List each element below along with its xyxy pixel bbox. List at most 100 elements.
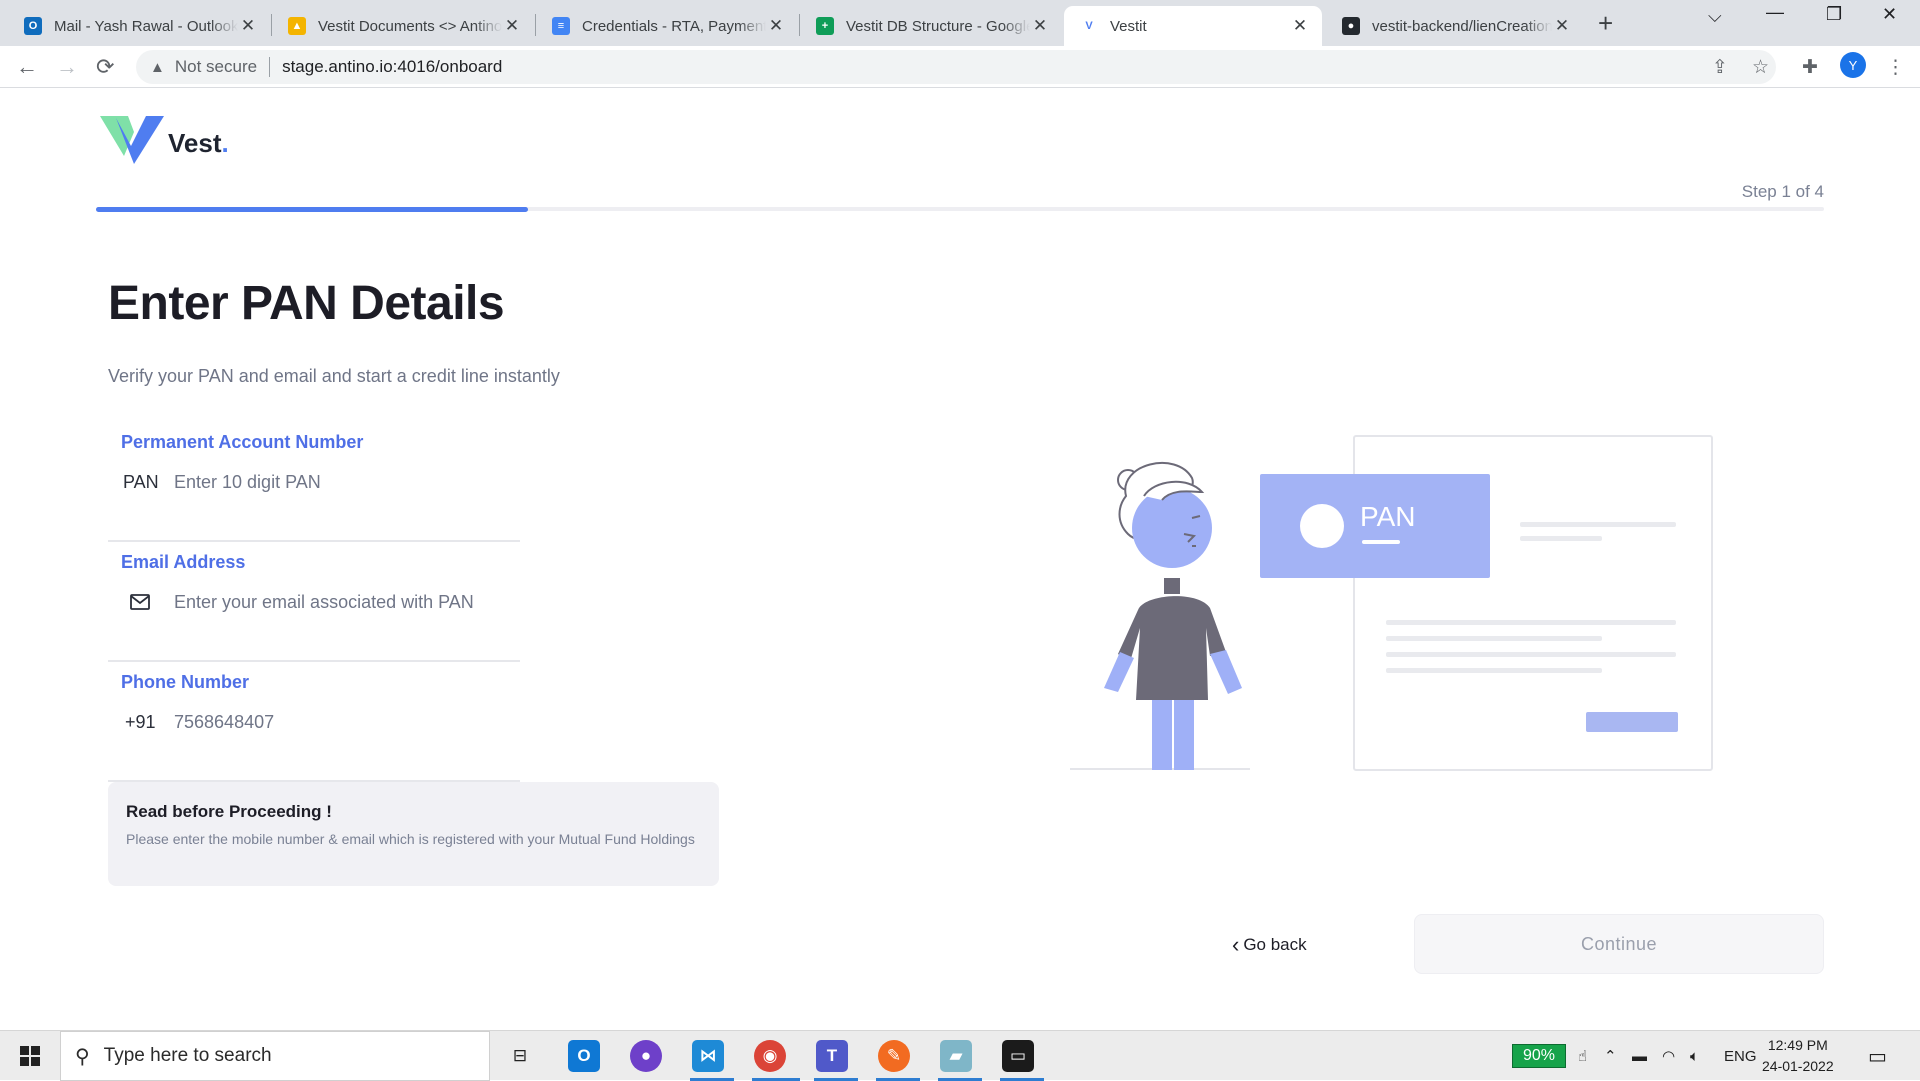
chevron-left-icon: ‹ <box>1232 932 1240 957</box>
chrome-taskbar-icon[interactable]: ◉ <box>754 1040 786 1072</box>
back-arrow-icon[interactable]: ← <box>16 54 38 80</box>
vestit-favicon-icon: V <box>1085 20 1093 32</box>
person-right-leg <box>1174 700 1194 770</box>
browser-menu-icon[interactable]: ⋮ <box>1886 56 1905 79</box>
new-tab-button[interactable]: + <box>1598 8 1613 39</box>
bookmark-star-icon[interactable]: ☆ <box>1752 56 1769 79</box>
notice-box: Read before Proceeding ! Please enter th… <box>108 782 719 886</box>
language-indicator[interactable]: ENG <box>1724 1031 1757 1081</box>
github-desktop-taskbar-icon[interactable]: ● <box>630 1040 662 1072</box>
close-tab-icon[interactable]: ✕ <box>1552 16 1572 36</box>
page-title: Enter PAN Details <box>108 277 505 330</box>
taskbar-search-placeholder: Type here to search <box>103 1045 272 1066</box>
google-docs-icon: ≡ <box>552 17 570 35</box>
document-line <box>1520 522 1676 527</box>
vest-logo-icon <box>100 116 164 164</box>
document-line <box>1520 536 1602 541</box>
clock-date: 24-01-2022 <box>1762 1058 1834 1074</box>
outlook-taskbar-icon[interactable]: O <box>568 1040 600 1072</box>
phone-country-code: +91 <box>125 712 156 732</box>
google-drive-icon: ▲ <box>288 17 306 35</box>
browser-tab[interactable]: O Mail - Yash Rawal - Outlook ✕ <box>8 6 270 46</box>
task-view-icon[interactable]: ⊟ <box>504 1040 536 1072</box>
person-body <box>1118 596 1226 700</box>
browser-tab-title: Vestit Documents <> Antino <box>318 17 502 35</box>
browser-tab[interactable]: ≡ Credentials - RTA, Payment ✕ <box>536 6 798 46</box>
vscode-taskbar-icon[interactable]: ⋈ <box>692 1040 724 1072</box>
teams-taskbar-icon[interactable]: T <box>816 1040 848 1072</box>
go-back-label: Go back <box>1243 935 1307 954</box>
phone-field: Phone Number +91 <box>108 672 520 782</box>
volume-icon[interactable]: 🔈︎ <box>1690 1031 1699 1081</box>
terminal-taskbar-icon[interactable]: ▭ <box>1002 1040 1034 1072</box>
postman-taskbar-icon[interactable]: ✎ <box>878 1040 910 1072</box>
url-text[interactable]: stage.antino.io:4016/onboard <box>282 57 502 77</box>
pan-label: Permanent Account Number <box>121 432 364 452</box>
close-window-button[interactable]: ✕ <box>1882 4 1897 25</box>
tray-chevron-up-icon[interactable]: ⌃ <box>1604 1031 1617 1081</box>
browser-tab[interactable]: V Vestit ✕ <box>1064 6 1322 46</box>
person-left-arm <box>1104 652 1134 692</box>
battery-percentage-badge[interactable]: 90% <box>1512 1044 1566 1068</box>
progress-track <box>96 207 1824 212</box>
pan-prefix: PAN <box>123 472 159 492</box>
email-label: Email Address <box>121 552 246 572</box>
person-head <box>1132 488 1212 568</box>
browser-tab-title: Vestit DB Structure - Google <box>846 17 1030 35</box>
omnibox-divider <box>269 57 271 77</box>
page-subtitle: Verify your PAN and email and start a cr… <box>108 366 560 386</box>
battery-icon[interactable]: ▬ <box>1632 1031 1647 1081</box>
person-neck <box>1164 578 1180 594</box>
notification-center-icon[interactable]: ▭ <box>1868 1031 1887 1081</box>
notes-app-taskbar-icon[interactable]: ▰ <box>940 1040 972 1072</box>
windows-start-icon[interactable] <box>20 1046 40 1066</box>
windows-taskbar: ⚲ Type here to search ⊟ O ● ⋈ ◉ T ✎ ▰ ▭ … <box>0 1030 1920 1081</box>
browser-tab-title: Credentials - RTA, Payment <box>582 17 766 35</box>
document-line <box>1386 636 1602 641</box>
address-bar[interactable]: ▲ Not secure stage.antino.io:4016/onboar… <box>136 50 1776 84</box>
wifi-icon[interactable]: ◠ <box>1662 1031 1675 1081</box>
go-back-button[interactable]: ‹ Go back <box>1232 932 1307 958</box>
notice-title: Read before Proceeding ! <box>126 802 332 821</box>
close-tab-icon[interactable]: ✕ <box>766 16 786 36</box>
browser-tab-bar: O Mail - Yash Rawal - Outlook ✕ ▲ Vestit Doc… <box>0 0 1920 46</box>
clock-time: 12:49 PM <box>1767 1037 1828 1053</box>
pan-card-photo-circle <box>1300 504 1344 548</box>
document-line <box>1386 668 1602 673</box>
browser-tab[interactable]: ● vestit-backend/lienCreation ✕ <box>1326 6 1584 46</box>
close-tab-icon[interactable]: ✕ <box>238 16 258 36</box>
extensions-puzzle-icon[interactable]: ✚ <box>1802 56 1818 79</box>
not-secure-label[interactable]: Not secure <box>175 57 257 77</box>
forward-arrow-icon[interactable]: → <box>56 54 78 80</box>
tray-touch-icon[interactable]: ☝ <box>1578 1031 1587 1081</box>
browser-tab[interactable]: + Vestit DB Structure - Google ✕ <box>800 6 1062 46</box>
restore-button[interactable]: ❐ <box>1826 4 1842 25</box>
pan-input[interactable] <box>174 466 494 498</box>
warning-icon[interactable]: ▲ <box>150 59 165 76</box>
minimize-button[interactable]: — <box>1766 2 1784 23</box>
email-input[interactable] <box>174 586 494 618</box>
document-line <box>1386 652 1676 657</box>
taskbar-search-box[interactable]: ⚲ Type here to search <box>60 1031 490 1081</box>
github-icon: ● <box>1342 17 1360 35</box>
phone-input[interactable] <box>174 706 494 738</box>
browser-tab[interactable]: ▲ Vestit Documents <> Antino ✕ <box>272 6 534 46</box>
outlook-icon: O <box>24 17 42 35</box>
continue-button[interactable]: Continue <box>1414 914 1824 974</box>
share-icon[interactable]: ⇪ <box>1712 56 1728 79</box>
step-indicator: Step 1 of 4 <box>1741 182 1824 201</box>
person-right-arm <box>1210 650 1242 694</box>
taskbar-clock[interactable]: 12:49 PM 24-01-2022 <box>1762 1035 1834 1077</box>
mail-envelope-icon <box>130 594 150 610</box>
close-tab-icon[interactable]: ✕ <box>1030 16 1050 36</box>
tab-search-chevron-icon[interactable]: ⌵ <box>1708 6 1722 27</box>
pan-field: Permanent Account Number PAN <box>108 432 520 542</box>
reload-icon[interactable]: ⟳ <box>96 54 114 80</box>
browser-tab-title: vestit-backend/lienCreation <box>1372 17 1552 35</box>
pan-card-line <box>1362 540 1400 544</box>
brand-name: Vest. <box>168 128 229 158</box>
profile-avatar[interactable]: Y <box>1840 52 1866 78</box>
close-tab-icon[interactable]: ✕ <box>502 16 522 36</box>
close-tab-icon[interactable]: ✕ <box>1290 16 1310 36</box>
person-left-leg <box>1152 700 1172 770</box>
